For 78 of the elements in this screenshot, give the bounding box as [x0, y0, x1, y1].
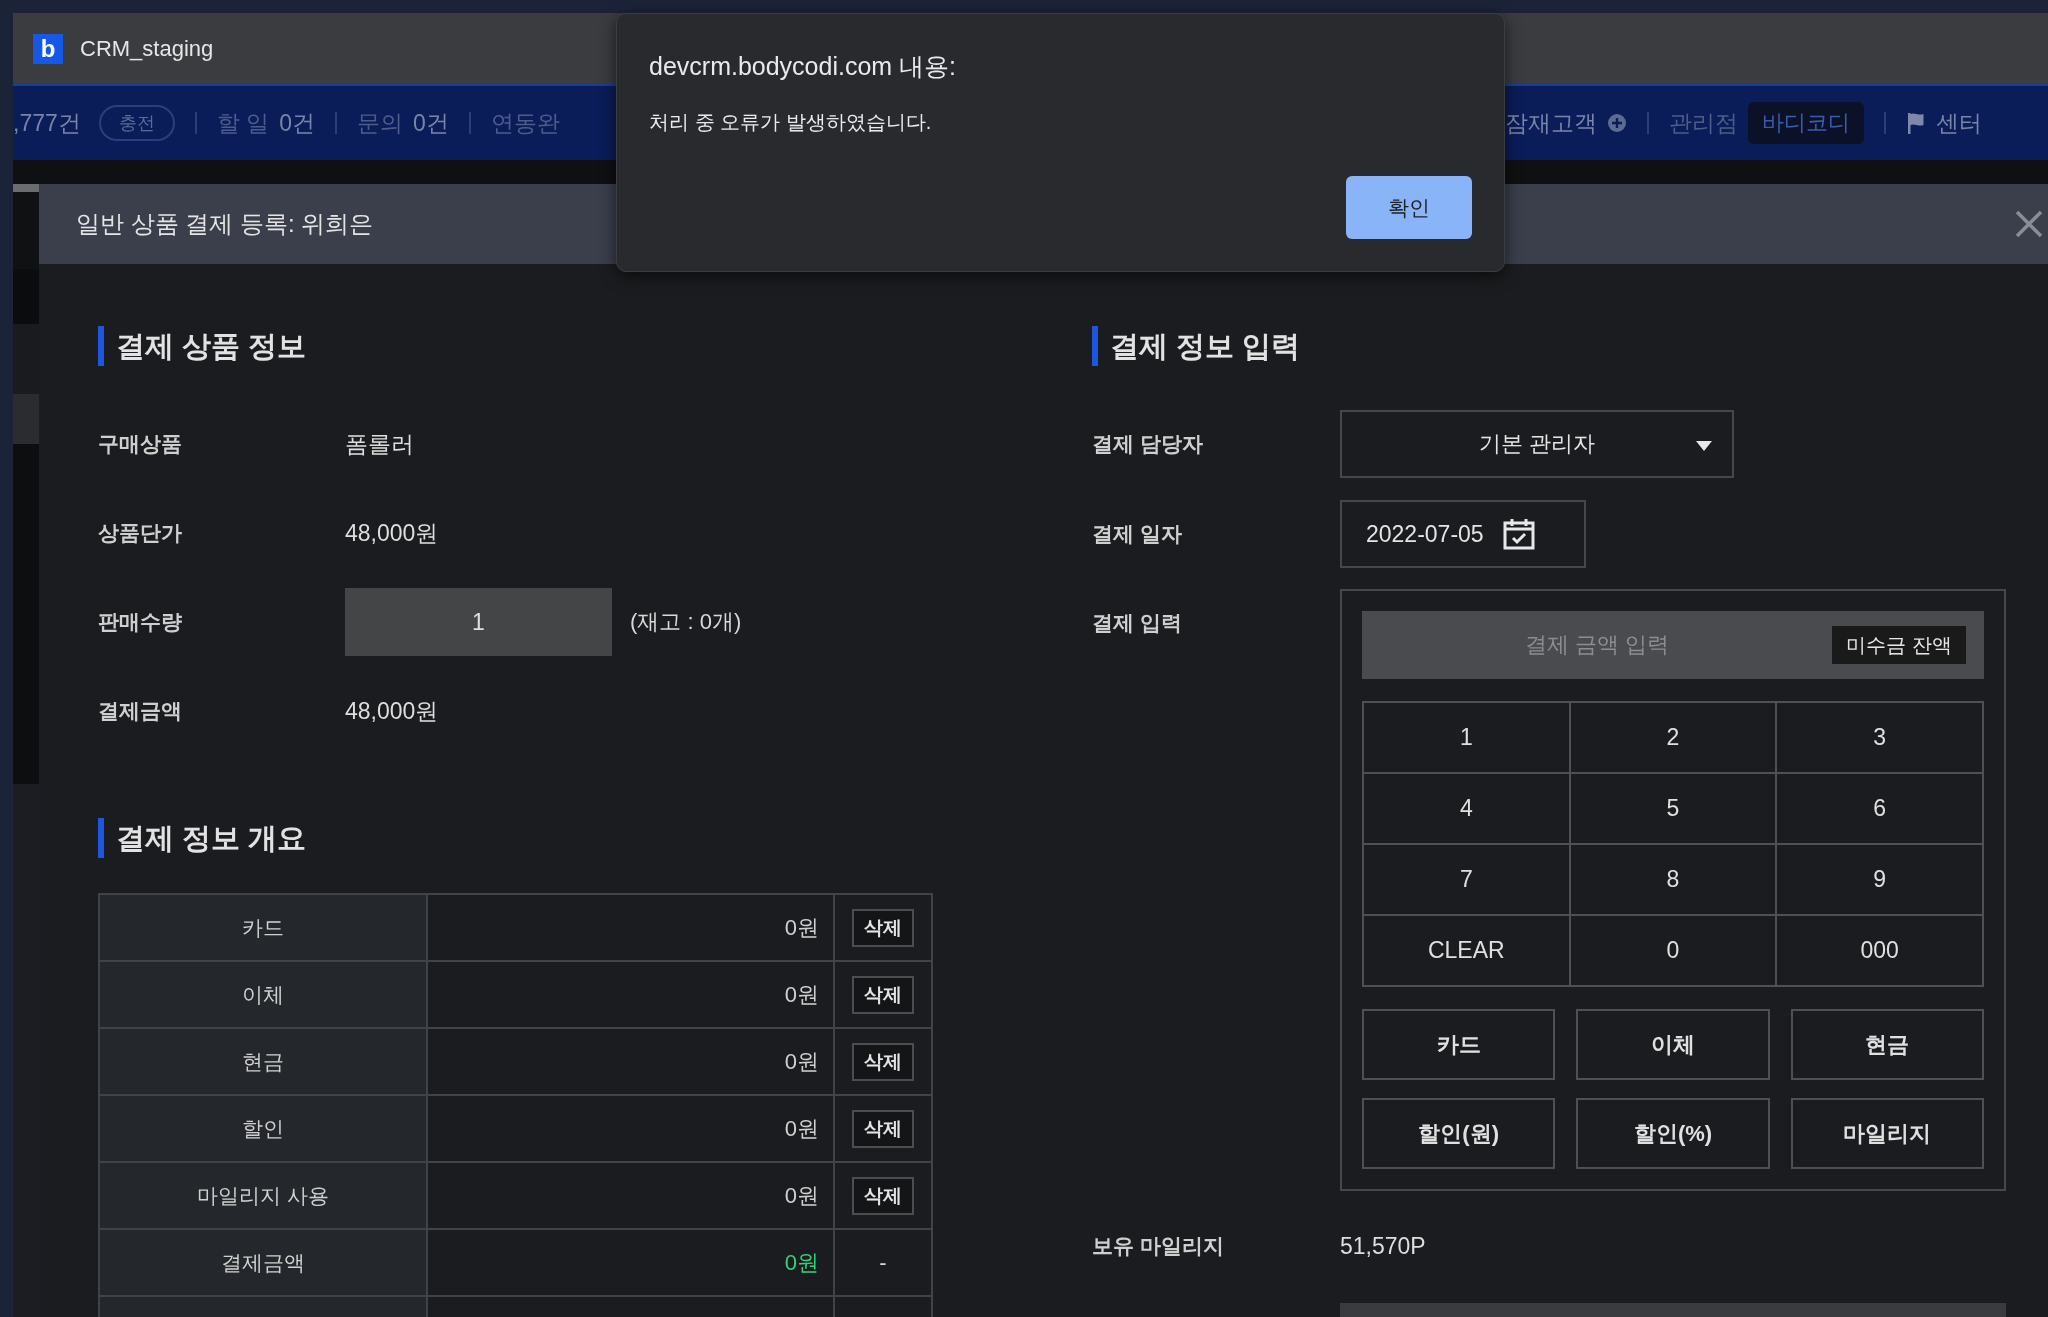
- table-cell: 0원: [428, 1163, 835, 1228]
- modal-title: 일반 상품 결제 등록: 위희은: [76, 209, 374, 239]
- keypad-key[interactable]: 1: [1363, 702, 1570, 773]
- payment-method-button[interactable]: 마일리지: [1790, 1098, 1984, 1169]
- branch-badge: 바디코디: [1748, 102, 1864, 144]
- window-title: CRM_staging: [80, 35, 214, 62]
- field-label: 결제금액: [98, 698, 183, 724]
- keypad-key[interactable]: 000: [1776, 915, 1983, 986]
- field-value: 폼롤러: [345, 429, 414, 459]
- section-heading: 결제 정보 입력: [1092, 326, 1301, 366]
- nav-text: 잠재고객: [1505, 108, 1597, 138]
- keypad-key[interactable]: 2: [1569, 702, 1777, 773]
- table-cell: 0원: [428, 1096, 835, 1161]
- close-icon[interactable]: [2014, 209, 2044, 239]
- delete-button[interactable]: 삭제: [852, 908, 914, 947]
- manager-dropdown[interactable]: 기본 관리자: [1340, 410, 1734, 478]
- nav-text: 0건: [279, 108, 315, 138]
- field-value: 48,000원: [345, 696, 439, 726]
- field-label: 결제 입력: [1092, 610, 1183, 636]
- nav-label: 관리점: [1669, 108, 1738, 138]
- keypad-key[interactable]: 7: [1363, 844, 1570, 915]
- payment-method-button[interactable]: 이체: [1576, 1009, 1770, 1080]
- delete-button[interactable]: 삭제: [852, 975, 914, 1014]
- payment-method-button[interactable]: 할인(원): [1362, 1098, 1556, 1169]
- keypad-key[interactable]: 3: [1776, 702, 1983, 773]
- table-cell: 0원: [428, 1029, 835, 1094]
- payment-method-button[interactable]: 현금: [1790, 1009, 1984, 1080]
- field-label: 구매상품: [98, 431, 183, 457]
- keypad-key[interactable]: 9: [1776, 844, 1983, 915]
- field-label: 결제 담당자: [1092, 431, 1204, 457]
- table-cell: 0원: [428, 962, 835, 1027]
- ok-button[interactable]: 확인: [1346, 176, 1472, 239]
- stock-note: (재고 : 0개): [630, 608, 742, 636]
- delete-button[interactable]: 삭제: [852, 1109, 914, 1148]
- balance-button[interactable]: 미수금 잔액: [1832, 626, 1966, 664]
- table-cell: -: [879, 1249, 887, 1276]
- table-cell: 0원: [428, 895, 835, 960]
- nav-label: 할 일: [216, 108, 270, 138]
- payment-method-button[interactable]: 카드: [1362, 1009, 1556, 1080]
- keypad-key[interactable]: 5: [1569, 773, 1777, 844]
- table-cell: 0원: [428, 1230, 835, 1295]
- section-heading: 결제 상품 정보: [98, 326, 307, 366]
- delete-button[interactable]: 삭제: [852, 1176, 914, 1215]
- caret-icon: [1696, 441, 1712, 451]
- flag-icon: [1906, 112, 1926, 134]
- delete-button[interactable]: 삭제: [852, 1042, 914, 1081]
- keypad-key[interactable]: CLEAR: [1363, 915, 1570, 986]
- keypad-key[interactable]: 4: [1363, 773, 1570, 844]
- nav-text: 0건: [412, 108, 449, 138]
- table-cell: 할인: [100, 1096, 428, 1161]
- amount-field[interactable]: 결제 금액 입력 미수금 잔액: [1362, 611, 1984, 679]
- field-label: 보유 마일리지: [1092, 1233, 1225, 1259]
- calendar-icon[interactable]: [1501, 517, 1536, 551]
- nav-label: 문의: [356, 108, 403, 138]
- keypad-key[interactable]: 6: [1776, 773, 1983, 844]
- date-field[interactable]: 2022-07-05: [1340, 500, 1586, 568]
- nav-text: ,777건: [13, 108, 81, 138]
- section-heading: 결제 정보 개요: [98, 818, 307, 858]
- nav-text: 센터: [1936, 108, 1982, 138]
- app-logo: b: [33, 33, 63, 64]
- add-icon[interactable]: [1607, 113, 1627, 133]
- dialog-message: 처리 중 오류가 발생하였습니다.: [649, 110, 933, 135]
- quantity-field[interactable]: 1: [345, 588, 612, 656]
- mileage-value: 51,570P: [1340, 1232, 1426, 1260]
- table-cell: 결제금액: [100, 1230, 428, 1295]
- field-label: 결제 일자: [1092, 521, 1183, 547]
- field-label: 판매수량: [98, 609, 183, 635]
- nav-label: 연동완: [490, 108, 560, 138]
- keypad-key[interactable]: 0: [1569, 915, 1777, 986]
- field-value: 48,000원: [345, 518, 439, 548]
- payment-method-button[interactable]: 할인(%): [1576, 1098, 1770, 1169]
- table-cell: 이체: [100, 962, 428, 1027]
- field-label: 상품단가: [98, 520, 183, 546]
- dialog-title: devcrm.bodycodi.com 내용:: [649, 51, 958, 82]
- table-cell: 현금: [100, 1029, 428, 1094]
- keypad-key[interactable]: 8: [1569, 844, 1777, 915]
- table-cell: 카드: [100, 895, 428, 960]
- table-cell: 마일리지 사용: [100, 1163, 428, 1228]
